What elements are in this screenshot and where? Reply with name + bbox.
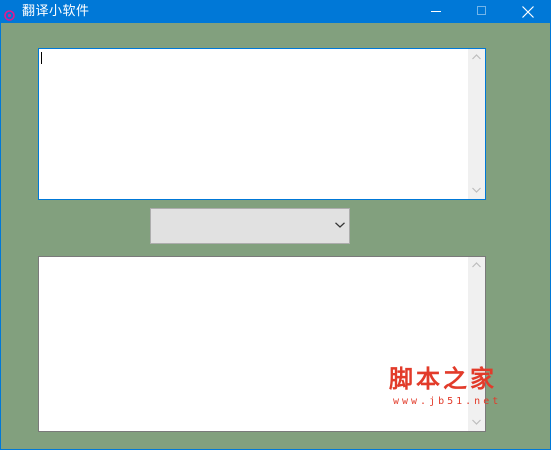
maximize-button[interactable] (459, 0, 505, 23)
app-window: 翻译小软件 脚本之家 www.jb51.net (0, 0, 551, 450)
chevron-down-icon (335, 222, 345, 228)
scroll-up-button[interactable] (468, 49, 485, 66)
scroll-down-button[interactable] (468, 414, 485, 431)
chevron-up-icon (472, 262, 481, 268)
source-text-box[interactable] (38, 48, 486, 200)
watermark: 脚本之家 www.jb51.net (385, 366, 515, 410)
language-select[interactable] (150, 208, 350, 244)
watermark-text: 脚本之家 (389, 364, 497, 393)
title-bar[interactable]: 翻译小软件 (0, 0, 551, 23)
maximize-icon (477, 6, 486, 15)
chevron-up-icon (472, 54, 481, 60)
minimize-button[interactable] (413, 0, 459, 23)
scroll-up-button[interactable] (468, 257, 485, 274)
app-flower-icon (4, 6, 15, 21)
chevron-down-icon (472, 187, 481, 193)
client-area: 脚本之家 www.jb51.net (1, 23, 550, 449)
minimize-icon (431, 11, 441, 12)
watermark-url: www.jb51.net (393, 396, 502, 407)
close-icon (522, 6, 534, 18)
scroll-down-button[interactable] (468, 182, 485, 199)
text-caret (41, 52, 42, 64)
window-title: 翻译小软件 (22, 4, 90, 19)
chevron-down-icon (472, 419, 481, 425)
source-text-input[interactable] (39, 49, 468, 199)
close-button[interactable] (505, 0, 551, 23)
source-scrollbar[interactable] (468, 49, 485, 199)
